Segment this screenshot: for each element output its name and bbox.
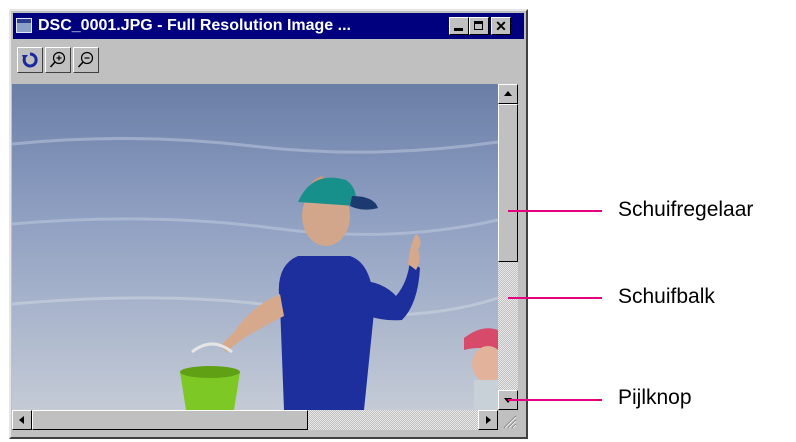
scroll-right-button[interactable]: [478, 410, 498, 430]
scroll-left-button[interactable]: [12, 410, 32, 430]
minimize-button[interactable]: [449, 17, 469, 35]
horizontal-scrollbar[interactable]: [12, 410, 498, 430]
rotate-button[interactable]: [17, 47, 43, 73]
zoom-out-icon: [77, 51, 94, 68]
callout-line-scrollbar: [508, 297, 602, 299]
callout-line-slider: [508, 210, 602, 212]
window-icon[interactable]: [16, 18, 32, 33]
vertical-scroll-thumb[interactable]: [498, 104, 518, 262]
close-button[interactable]: ✕: [491, 17, 511, 35]
callout-label-slider: Schuifregelaar: [618, 198, 754, 221]
rotate-icon: [22, 52, 38, 68]
minimize-icon: [454, 28, 463, 31]
maximize-button[interactable]: [469, 17, 489, 35]
vertical-scrollbar[interactable]: [498, 84, 518, 410]
callout-line-arrow-button: [508, 399, 602, 401]
image-viewport[interactable]: [12, 84, 498, 410]
resize-grip[interactable]: [498, 410, 518, 430]
zoom-in-button[interactable]: [45, 47, 71, 73]
window-title: DSC_0001.JPG - Full Resolution Image ...: [38, 17, 351, 34]
close-icon: ✕: [495, 18, 507, 34]
zoom-out-button[interactable]: [73, 47, 99, 73]
title-bar[interactable]: DSC_0001.JPG - Full Resolution Image ...…: [13, 13, 524, 39]
scroll-up-button[interactable]: [498, 84, 518, 104]
zoom-in-icon: [49, 51, 66, 68]
beach-photo: [12, 84, 498, 410]
callout-label-scrollbar: Schuifbalk: [618, 285, 715, 308]
arrow-left-icon: [19, 416, 24, 424]
toolbar: [13, 41, 524, 77]
arrow-right-icon: [486, 416, 491, 424]
maximize-icon: [474, 21, 483, 30]
horizontal-scroll-thumb[interactable]: [32, 410, 308, 430]
arrow-up-icon: [504, 91, 512, 96]
callout-label-arrow-button: Pijlknop: [618, 386, 692, 409]
resize-grip-icon: [503, 415, 517, 429]
